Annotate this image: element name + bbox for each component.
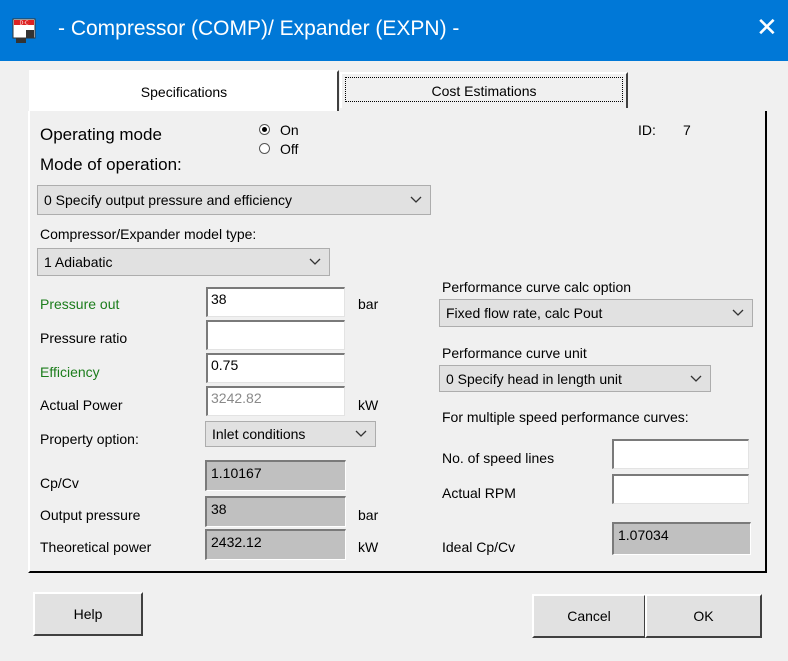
chevron-down-icon: [410, 196, 422, 203]
pressure-out-label: Pressure out: [40, 296, 120, 312]
chevron-down-icon: [732, 309, 744, 316]
actual-rpm-field[interactable]: [612, 474, 749, 504]
svg-text:D·C: D·C: [20, 21, 29, 27]
actual-rpm-label: Actual RPM: [442, 485, 516, 501]
efficiency-label: Efficiency: [40, 364, 100, 380]
theoretical-power-field: 2432.12: [205, 529, 346, 560]
ideal-cpcv-label: Ideal Cp/Cv: [442, 539, 516, 555]
help-button-label: Help: [73, 606, 103, 622]
select-value: 0 Specify output pressure and efficiency: [44, 192, 293, 208]
pressure-out-unit: bar: [358, 296, 379, 312]
pressure-ratio-label: Pressure ratio: [40, 330, 128, 346]
field-value: 2432.12: [211, 534, 262, 550]
radio-off[interactable]: [259, 143, 270, 154]
perf-calc-option-label: Performance curve calc option: [442, 279, 632, 295]
mode-of-operation-label: Mode of operation:: [40, 155, 182, 174]
speed-lines-label: No. of speed lines: [442, 450, 555, 466]
select-value: Inlet conditions: [212, 426, 306, 442]
id-value: 7: [683, 122, 691, 138]
pressure-out-field[interactable]: 38: [206, 287, 345, 317]
cpcv-field: 1.10167: [205, 460, 346, 491]
ok-button-label: OK: [693, 608, 714, 624]
field-value: 38: [211, 501, 227, 517]
window-title: - Compressor (COMP)/ Expander (EXPN) -: [58, 17, 460, 40]
id-label: ID:: [638, 122, 656, 138]
cancel-button[interactable]: Cancel: [532, 594, 646, 638]
cpcv-label: Cp/Cv: [40, 475, 79, 491]
title-bar: D·C - Compressor (COMP)/ Expander (EXPN)…: [0, 0, 788, 61]
tab-specifications[interactable]: Specifications: [29, 70, 339, 115]
model-type-label: Compressor/Expander model type:: [40, 226, 257, 242]
select-value: 0 Specify head in length unit: [446, 370, 622, 387]
chevron-down-icon: [690, 375, 702, 382]
perf-unit-label: Performance curve unit: [442, 345, 587, 361]
app-icon: D·C: [12, 18, 40, 44]
operating-mode-label: Operating mode: [40, 125, 162, 144]
tab-label: Cost Estimations: [431, 83, 537, 99]
radio-off-label[interactable]: Off: [280, 141, 298, 157]
multi-speed-label: For multiple speed performance curves:: [442, 409, 689, 425]
efficiency-field[interactable]: 0.75: [206, 353, 345, 383]
output-pressure-unit: bar: [358, 507, 379, 523]
property-option-select[interactable]: Inlet conditions: [205, 421, 376, 447]
mode-of-operation-select[interactable]: 0 Specify output pressure and efficiency: [37, 185, 431, 215]
actual-power-label: Actual Power: [40, 397, 123, 413]
pressure-ratio-field[interactable]: [206, 320, 345, 350]
perf-calc-option-select[interactable]: Fixed flow rate, calc Pout: [439, 299, 753, 327]
field-value: 3242.82: [211, 390, 262, 406]
output-pressure-field: 38: [205, 496, 346, 527]
field-value: 1.07034: [618, 527, 669, 543]
select-value: 1 Adiabatic: [44, 254, 113, 270]
theoretical-power-label: Theoretical power: [40, 539, 152, 555]
property-option-label: Property option:: [40, 431, 139, 447]
chevron-down-icon: [309, 258, 321, 265]
help-button[interactable]: Help: [33, 592, 143, 636]
chevron-down-icon: [355, 430, 367, 437]
theoretical-power-unit: kW: [358, 539, 379, 555]
output-pressure-label: Output pressure: [40, 507, 141, 523]
tab-cost-estimations[interactable]: Cost Estimations: [340, 72, 628, 108]
field-value: 1.10167: [211, 465, 262, 481]
close-icon[interactable]: ✕: [756, 14, 778, 40]
radio-on-label[interactable]: On: [280, 122, 299, 138]
perf-unit-select[interactable]: 0 Specify head in length unit: [439, 365, 711, 392]
speed-lines-field[interactable]: [612, 439, 749, 469]
field-value: 38: [211, 291, 227, 307]
select-value: Fixed flow rate, calc Pout: [446, 305, 603, 321]
model-type-select[interactable]: 1 Adiabatic: [37, 248, 330, 276]
actual-power-unit: kW: [358, 397, 379, 413]
field-value: 0.75: [211, 357, 239, 373]
ok-button[interactable]: OK: [645, 594, 762, 638]
actual-power-field: 3242.82: [206, 386, 345, 416]
cancel-button-label: Cancel: [567, 608, 611, 624]
tab-label: Specifications: [140, 84, 228, 100]
ideal-cpcv-field: 1.07034: [612, 522, 751, 555]
radio-on[interactable]: [259, 124, 270, 135]
